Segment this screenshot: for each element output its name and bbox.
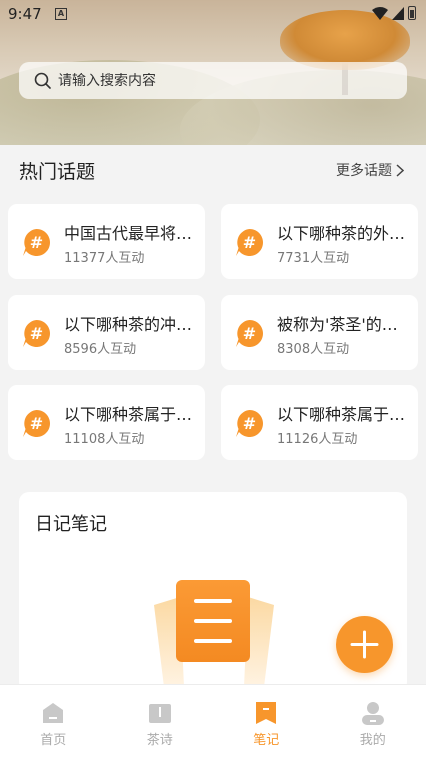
battery-icon	[408, 6, 416, 20]
profile-icon	[361, 702, 384, 725]
nav-home-label: 首页	[40, 733, 67, 748]
topic-count: 11108人互动	[64, 432, 145, 447]
status-bar: 9:47 A	[0, 0, 426, 28]
topic-title: 以下哪种茶属于…	[64, 405, 193, 424]
nav-tea-poems[interactable]: 茶诗	[107, 685, 214, 757]
more-topics-link[interactable]: 更多话题	[336, 160, 404, 180]
wifi-icon	[372, 6, 388, 20]
topic-card[interactable]: # 被称为'茶圣'的… 8308人互动	[221, 295, 418, 370]
topic-title: 以下哪种茶属于…	[277, 405, 406, 424]
chevron-right-icon	[396, 163, 404, 177]
signal-icon	[392, 6, 404, 20]
add-note-button[interactable]	[336, 616, 393, 673]
hashtag-icon: #	[23, 320, 50, 347]
svg-text:#: #	[30, 324, 43, 343]
nav-home[interactable]: 首页	[0, 685, 107, 757]
topic-count: 8596人互动	[64, 342, 137, 357]
hashtag-icon: #	[236, 410, 263, 437]
hashtag-icon: #	[23, 410, 50, 437]
book-icon	[148, 704, 171, 723]
home-icon	[43, 703, 64, 723]
topic-count: 8308人互动	[277, 342, 350, 357]
topic-count: 7731人互动	[277, 251, 350, 266]
svg-text:#: #	[243, 414, 256, 433]
more-topics-label: 更多话题	[336, 163, 392, 179]
nav-notes-label: 笔记	[253, 733, 280, 748]
topic-card[interactable]: # 以下哪种茶属于… 11126人互动	[221, 385, 418, 460]
search-bar[interactable]	[19, 62, 407, 99]
svg-text:#: #	[243, 233, 256, 252]
notification-icon: A	[55, 8, 67, 20]
nav-tea-poems-label: 茶诗	[146, 733, 173, 748]
topic-title: 中国古代最早将…	[64, 224, 193, 243]
topic-count: 11377人互动	[64, 251, 145, 266]
svg-text:#: #	[30, 414, 43, 433]
hashtag-icon: #	[236, 320, 263, 347]
hashtag-icon: #	[236, 229, 263, 256]
hashtag-icon: #	[23, 229, 50, 256]
topic-count: 11126人互动	[277, 432, 358, 447]
topic-title: 被称为'茶圣'的…	[277, 315, 398, 334]
topic-card[interactable]: # 以下哪种茶的冲… 8596人互动	[8, 295, 205, 370]
nav-profile-label: 我的	[359, 733, 386, 748]
topic-card[interactable]: # 以下哪种茶属于… 11108人互动	[8, 385, 205, 460]
nav-notes[interactable]: 笔记	[213, 685, 320, 757]
status-time: 9:47	[8, 5, 42, 23]
svg-text:#: #	[243, 324, 256, 343]
search-icon	[34, 72, 51, 89]
diary-title: 日记笔记	[35, 514, 107, 535]
topic-title: 以下哪种茶的冲…	[64, 315, 193, 334]
empty-notes-illustration	[154, 580, 274, 687]
topic-card[interactable]: # 以下哪种茶的外… 7731人互动	[221, 204, 418, 279]
hot-topics-title: 热门话题	[19, 161, 96, 183]
svg-text:#: #	[30, 233, 43, 252]
plus-icon	[350, 630, 379, 659]
topic-title: 以下哪种茶的外…	[277, 224, 406, 243]
nav-profile[interactable]: 我的	[320, 685, 426, 757]
search-input[interactable]	[58, 72, 378, 89]
topic-card[interactable]: # 中国古代最早将… 11377人互动	[8, 204, 205, 279]
bottom-nav: 首页 茶诗 笔记 我的	[0, 684, 426, 757]
note-icon	[256, 702, 277, 724]
